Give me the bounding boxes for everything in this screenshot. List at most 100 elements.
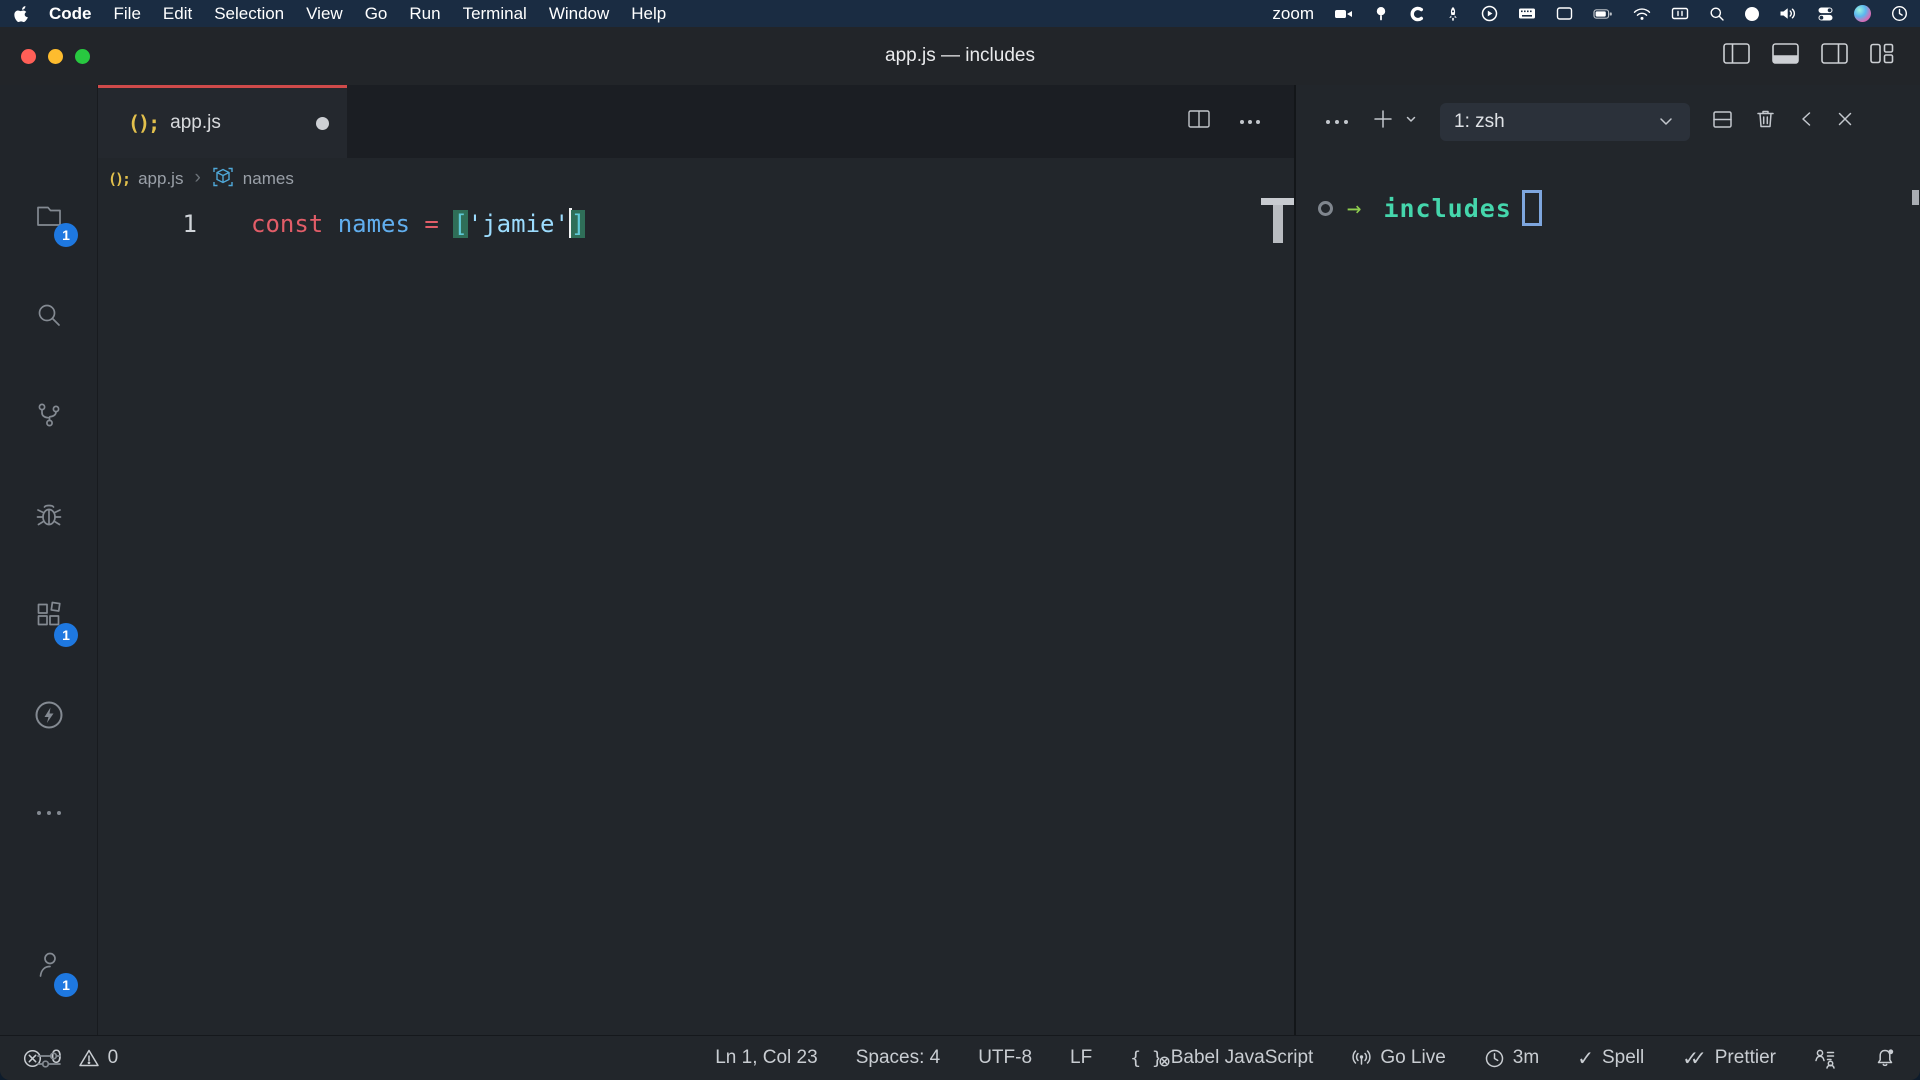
extensions-badge: 1: [54, 623, 78, 647]
menu-status-area: zoom: [1272, 4, 1908, 24]
display-toggle-icon[interactable]: [1671, 6, 1689, 21]
rocket-icon[interactable]: [1445, 6, 1461, 22]
new-terminal-icon[interactable]: [1372, 108, 1394, 135]
play-circle-icon[interactable]: [1481, 5, 1498, 22]
toggle-panel-icon[interactable]: [1772, 43, 1799, 69]
prompt-arrow: →: [1347, 194, 1361, 222]
unsaved-changes-dot[interactable]: [316, 117, 329, 130]
notifications-bell-icon[interactable]: [1874, 1047, 1896, 1069]
terminal-header: 1: zsh: [1296, 85, 1920, 158]
status-bar: 0 0 Ln 1, Col 23 Spaces: 4 UTF-8 LF { } …: [0, 1035, 1920, 1080]
menu-item-edit[interactable]: Edit: [152, 4, 203, 24]
menu-item-code[interactable]: Code: [31, 4, 103, 24]
prompt-directory: includes: [1383, 194, 1511, 223]
terminal-scrollbar-marker[interactable]: [1912, 190, 1919, 205]
terminal-session-select[interactable]: 1: zsh: [1440, 103, 1690, 141]
new-terminal-dropdown-icon[interactable]: [1404, 112, 1418, 131]
spell-status[interactable]: ✓ Spell: [1577, 1046, 1644, 1071]
toggle-secondary-sidebar-icon[interactable]: [1821, 43, 1848, 69]
wifi-icon[interactable]: [1633, 7, 1651, 21]
sidebar-item-explorer[interactable]: 1: [0, 183, 98, 247]
ellipsis-icon: [34, 808, 64, 818]
more-actions-icon[interactable]: [1238, 113, 1262, 131]
indentation-status[interactable]: Spaces: 4: [856, 1047, 941, 1069]
window-icon[interactable]: [1556, 6, 1573, 21]
breadcrumb-file[interactable]: app.js: [138, 169, 183, 189]
volume-icon[interactable]: [1779, 6, 1797, 21]
apple-menu-icon[interactable]: [14, 5, 31, 22]
go-live-status[interactable]: Go Live: [1351, 1047, 1445, 1069]
spotlight-search-icon[interactable]: [1709, 6, 1725, 22]
accounts-item[interactable]: 1: [0, 933, 98, 997]
language-mode-status[interactable]: { } Babel JavaScript: [1130, 1047, 1313, 1069]
split-editor-icon[interactable]: [1188, 110, 1210, 133]
terminal-more-actions-icon[interactable]: [1324, 113, 1350, 131]
token-string-jamie: 'jamie': [468, 210, 569, 238]
code-content: const names = ['jamie']: [251, 200, 585, 248]
sidebar-item-source-control[interactable]: [0, 383, 98, 447]
breadcrumb-separator: ›: [192, 167, 202, 192]
javascript-file-icon: ();: [128, 111, 158, 135]
menu-item-terminal[interactable]: Terminal: [452, 4, 538, 24]
menu-left: Code File Edit Selection View Go Run Ter…: [14, 4, 677, 24]
check-icon: ✓: [1577, 1046, 1594, 1071]
menu-item-help[interactable]: Help: [620, 4, 677, 24]
tab-app-js[interactable]: (); app.js: [98, 85, 347, 158]
accounts-badge: 1: [54, 973, 78, 997]
editor-group: (); app.js (); app.js › names: [98, 85, 1294, 1035]
braces-icon: { }: [1130, 1048, 1163, 1069]
siri-icon[interactable]: [1854, 5, 1871, 22]
warning-count: 0: [108, 1047, 119, 1069]
hand-mirror-icon[interactable]: [1373, 6, 1389, 22]
toggle-primary-sidebar-icon[interactable]: [1723, 43, 1750, 69]
settings-item[interactable]: [0, 1028, 98, 1080]
sidebar-item-debug[interactable]: [0, 483, 98, 547]
menu-item-view[interactable]: View: [295, 4, 354, 24]
menu-item-selection[interactable]: Selection: [203, 4, 295, 24]
prettier-status[interactable]: ✓✓ Prettier: [1682, 1046, 1776, 1071]
tunnel-accounts-icon[interactable]: [1814, 1048, 1836, 1069]
menu-item-run[interactable]: Run: [398, 4, 451, 24]
keyboard-icon[interactable]: [1518, 6, 1536, 21]
status-right: Ln 1, Col 23 Spaces: 4 UTF-8 LF { } Babe…: [715, 1046, 1896, 1071]
broadcast-icon: [1351, 1048, 1372, 1068]
macos-menu-bar: Code File Edit Selection View Go Run Ter…: [0, 0, 1920, 27]
cursor-position-status[interactable]: Ln 1, Col 23: [715, 1047, 817, 1069]
panel-chevron-left-icon[interactable]: [1798, 109, 1814, 134]
cleanshot-icon[interactable]: [1409, 6, 1425, 22]
terminal-panel: 1: zsh → includes: [1296, 85, 1920, 1035]
split-terminal-icon[interactable]: [1712, 109, 1733, 135]
sidebar-item-extensions[interactable]: 1: [0, 583, 98, 647]
symbol-cube-icon: [212, 166, 234, 193]
tab-bar: (); app.js: [98, 85, 1294, 158]
code-editor[interactable]: 1 const names = ['jamie']: [98, 200, 1294, 1035]
menu-item-go[interactable]: Go: [354, 4, 399, 24]
clock-icon: [1484, 1048, 1505, 1069]
menu-item-window[interactable]: Window: [538, 4, 620, 24]
kill-terminal-icon[interactable]: [1755, 108, 1776, 135]
javascript-file-icon: ();: [108, 170, 129, 188]
code-line-1: 1 const names = ['jamie']: [98, 200, 1294, 248]
clock-menu-icon[interactable]: [1891, 5, 1908, 22]
select-chevron-icon: [1656, 115, 1676, 129]
battery-icon[interactable]: [1593, 7, 1613, 21]
menu-item-file[interactable]: File: [103, 4, 152, 24]
explorer-badge: 1: [54, 223, 78, 247]
encoding-status[interactable]: UTF-8: [978, 1047, 1032, 1069]
sidebar-item-more[interactable]: [0, 781, 98, 845]
window-title: app.js — includes: [0, 27, 1920, 85]
breadcrumb-symbol[interactable]: names: [243, 169, 294, 189]
vscode-window: app.js — includes 1: [0, 27, 1920, 1080]
sidebar-item-thunder-client[interactable]: [0, 683, 98, 747]
sidebar-item-search[interactable]: [0, 283, 98, 347]
terminal-body[interactable]: → includes: [1296, 158, 1920, 1035]
control-center-icon[interactable]: [1817, 6, 1834, 22]
customize-layout-icon[interactable]: [1870, 43, 1894, 69]
timer-status[interactable]: 3m: [1484, 1047, 1539, 1069]
record-circle-icon[interactable]: [1745, 7, 1759, 21]
bug-icon: [33, 500, 65, 530]
camera-icon[interactable]: [1334, 6, 1353, 22]
zoom-menu-label[interactable]: zoom: [1272, 4, 1314, 24]
close-panel-icon[interactable]: [1836, 110, 1854, 133]
eol-status[interactable]: LF: [1070, 1047, 1092, 1069]
